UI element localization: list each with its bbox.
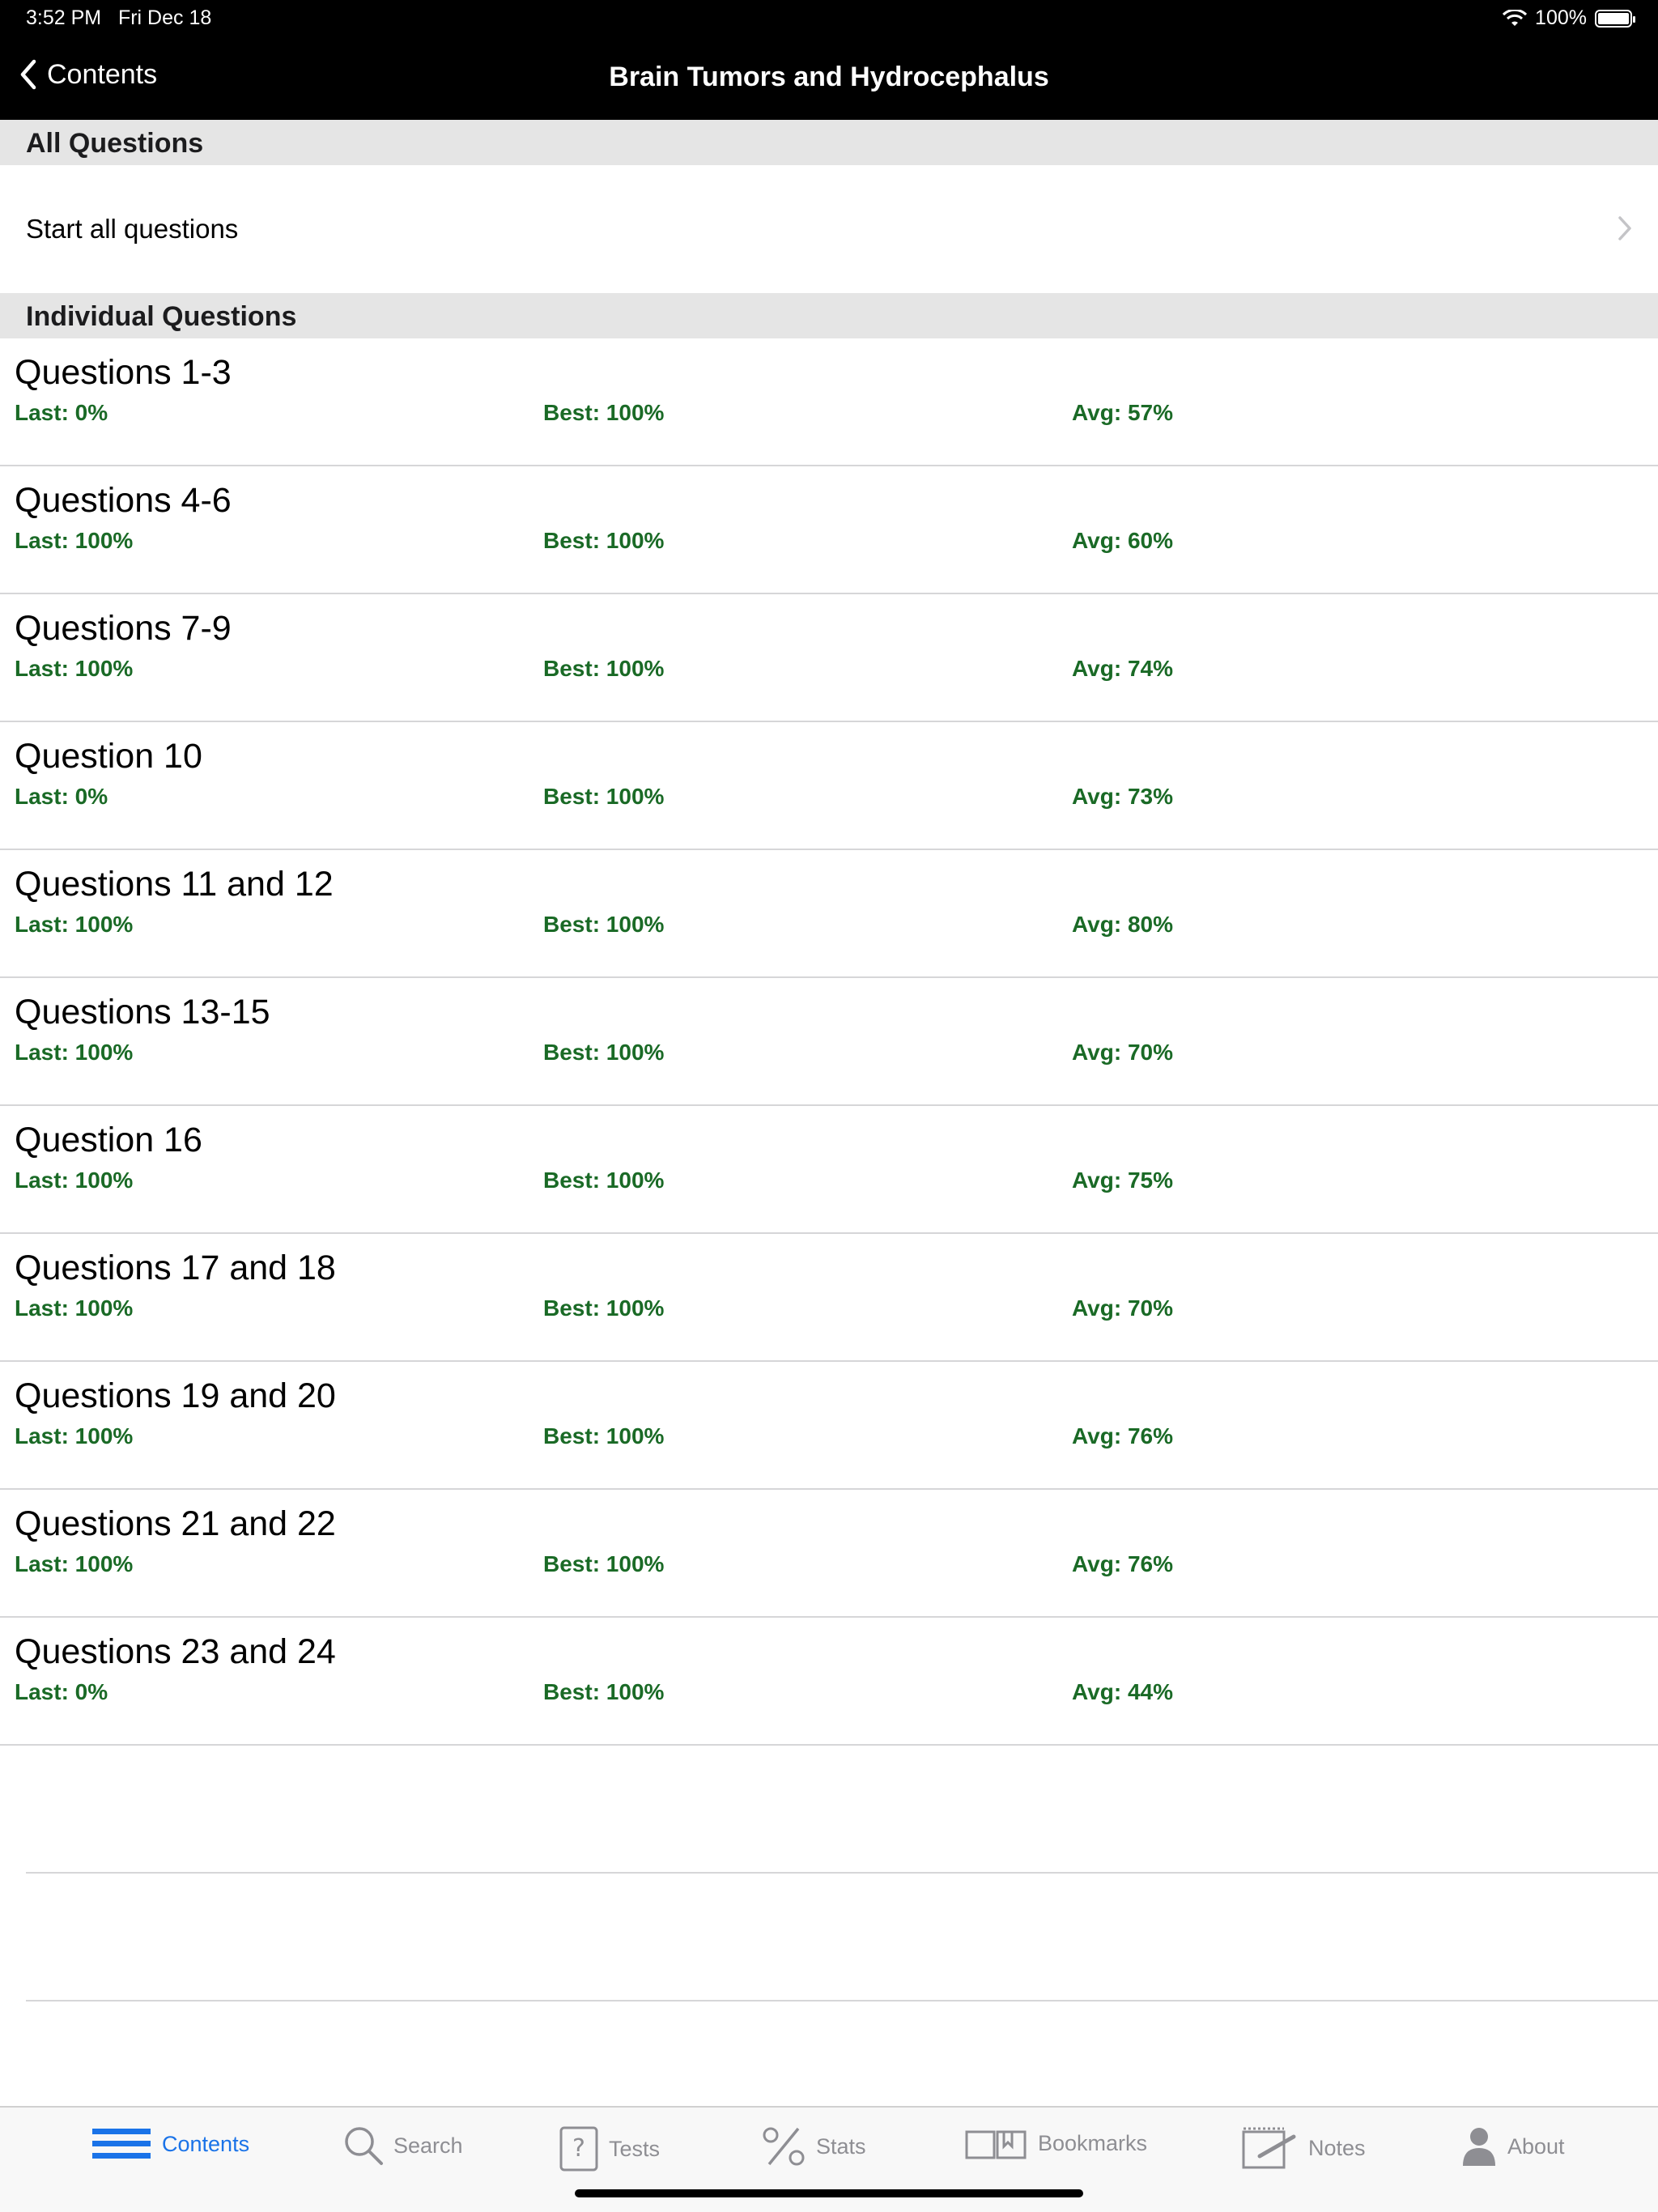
question-title: Questions 7-9: [15, 609, 232, 648]
question-row[interactable]: Questions 17 and 18 Last: 100% Best: 100…: [0, 1234, 1658, 1362]
section-header-individual: Individual Questions: [0, 293, 1658, 338]
question-row[interactable]: Questions 19 and 20 Last: 100% Best: 100…: [0, 1362, 1658, 1490]
about-icon: [1463, 2128, 1495, 2166]
battery-percent: 100%: [1535, 6, 1587, 29]
best-score: Best: 100%: [543, 400, 665, 425]
empty-row-divider: [26, 1872, 1658, 1874]
tab-notes-label: Notes: [1308, 2135, 1366, 2160]
status-date: Fri Dec 18: [117, 6, 212, 29]
best-score: Best: 100%: [543, 1679, 665, 1704]
status-indicators: 100%: [1503, 6, 1635, 30]
question-row[interactable]: Questions 23 and 24 Last: 0% Best: 100% …: [0, 1618, 1658, 1746]
empty-row-divider: [26, 2000, 1658, 2001]
avg-score: Avg: 70%: [1072, 1040, 1174, 1065]
best-score: Best: 100%: [543, 784, 665, 809]
question-title: Questions 13-15: [15, 993, 270, 1032]
avg-score: Avg: 80%: [1072, 912, 1174, 937]
stats-icon: [763, 2127, 805, 2166]
last-score: Last: 100%: [15, 1423, 134, 1448]
avg-score: Avg: 75%: [1072, 1168, 1174, 1193]
last-score: Last: 100%: [15, 1040, 134, 1065]
tab-tests[interactable]: ? Tests: [559, 2125, 660, 2172]
best-score: Best: 100%: [543, 528, 665, 553]
home-indicator[interactable]: [575, 2189, 1083, 2197]
avg-score: Avg: 74%: [1072, 656, 1174, 681]
question-title: Questions 1-3: [15, 353, 232, 392]
avg-score: Avg: 76%: [1072, 1551, 1174, 1576]
last-score: Last: 100%: [15, 656, 134, 681]
avg-score: Avg: 76%: [1072, 1423, 1174, 1448]
question-row[interactable]: Questions 21 and 22 Last: 100% Best: 100…: [0, 1490, 1658, 1618]
start-all-questions-row[interactable]: Start all questions: [0, 165, 1658, 293]
wifi-icon: [1503, 9, 1528, 26]
best-score: Best: 100%: [543, 1040, 665, 1065]
question-title: Questions 21 and 22: [15, 1504, 336, 1543]
question-title: Question 16: [15, 1121, 202, 1159]
last-score: Last: 100%: [15, 1295, 134, 1321]
tab-stats-label: Stats: [816, 2133, 866, 2159]
tab-stats[interactable]: Stats: [761, 2125, 866, 2167]
question-row[interactable]: Questions 13-15 Last: 100% Best: 100% Av…: [0, 978, 1658, 1106]
section-header-individual-label: Individual Questions: [26, 301, 297, 332]
question-row[interactable]: Questions 4-6 Last: 100% Best: 100% Avg:…: [0, 466, 1658, 594]
question-row[interactable]: Question 16 Last: 100% Best: 100% Avg: 7…: [0, 1106, 1658, 1234]
tab-notes[interactable]: Notes: [1240, 2125, 1366, 2171]
best-score: Best: 100%: [543, 1295, 665, 1321]
best-score: Best: 100%: [543, 1168, 665, 1193]
status-time-text: 3:52 PM: [26, 6, 102, 29]
last-score: Last: 100%: [15, 1551, 134, 1576]
tab-tests-label: Tests: [609, 2136, 661, 2161]
tab-about[interactable]: About: [1460, 2125, 1565, 2167]
tab-contents[interactable]: Contents: [91, 2125, 249, 2163]
question-title: Questions 23 and 24: [15, 1632, 336, 1671]
avg-score: Avg: 57%: [1072, 400, 1174, 425]
svg-text:?: ?: [572, 2134, 585, 2163]
question-title: Questions 11 and 12: [15, 865, 334, 904]
tab-bookmarks[interactable]: Bookmarks: [963, 2125, 1147, 2161]
start-all-questions-label: Start all questions: [26, 214, 239, 244]
question-list: Questions 1-3 Last: 0% Best: 100% Avg: 5…: [0, 338, 1658, 1746]
best-score: Best: 100%: [543, 1423, 665, 1448]
last-score: Last: 100%: [15, 912, 134, 937]
last-score: Last: 0%: [15, 1679, 108, 1704]
question-row[interactable]: Question 10 Last: 0% Best: 100% Avg: 73%: [0, 722, 1658, 850]
tab-search-label: Search: [393, 2133, 463, 2158]
last-score: Last: 100%: [15, 1168, 134, 1193]
best-score: Best: 100%: [543, 656, 665, 681]
best-score: Best: 100%: [543, 912, 665, 937]
question-title: Question 10: [15, 737, 202, 776]
notes-icon: [1242, 2127, 1296, 2169]
battery-icon: [1595, 9, 1635, 28]
tab-search[interactable]: Search: [343, 2125, 463, 2166]
question-row[interactable]: Questions 7-9 Last: 100% Best: 100% Avg:…: [0, 594, 1658, 722]
best-score: Best: 100%: [543, 1551, 665, 1576]
avg-score: Avg: 73%: [1072, 784, 1174, 809]
question-title: Questions 19 and 20: [15, 1376, 336, 1415]
bookmarks-icon: [965, 2130, 1027, 2159]
last-score: Last: 0%: [15, 400, 108, 425]
last-score: Last: 100%: [15, 528, 134, 553]
question-title: Questions 4-6: [15, 481, 232, 520]
chevron-right-icon: [1618, 216, 1631, 240]
tab-bookmarks-label: Bookmarks: [1038, 2130, 1148, 2155]
avg-score: Avg: 60%: [1072, 528, 1174, 553]
search-icon: [345, 2127, 383, 2165]
top-bar: 3:52 PM Fri Dec 18 100% Contents Brain T…: [0, 0, 1658, 120]
avg-score: Avg: 44%: [1072, 1679, 1174, 1704]
tab-contents-label: Contents: [162, 2131, 250, 2156]
page-title: Brain Tumors and Hydrocephalus: [609, 62, 1049, 92]
question-row[interactable]: Questions 11 and 12 Last: 100% Best: 100…: [0, 850, 1658, 978]
status-time: 3:52 PM Fri Dec 18: [26, 6, 211, 30]
tab-about-label: About: [1507, 2133, 1565, 2159]
question-row[interactable]: Questions 1-3 Last: 0% Best: 100% Avg: 5…: [0, 338, 1658, 466]
question-title: Questions 17 and 18: [15, 1249, 336, 1287]
contents-icon: [92, 2129, 151, 2159]
section-header-all-label: All Questions: [26, 128, 204, 159]
avg-score: Avg: 70%: [1072, 1295, 1174, 1321]
tests-icon: ?: [559, 2126, 598, 2172]
section-header-all: All Questions: [0, 120, 1658, 165]
last-score: Last: 0%: [15, 784, 108, 809]
